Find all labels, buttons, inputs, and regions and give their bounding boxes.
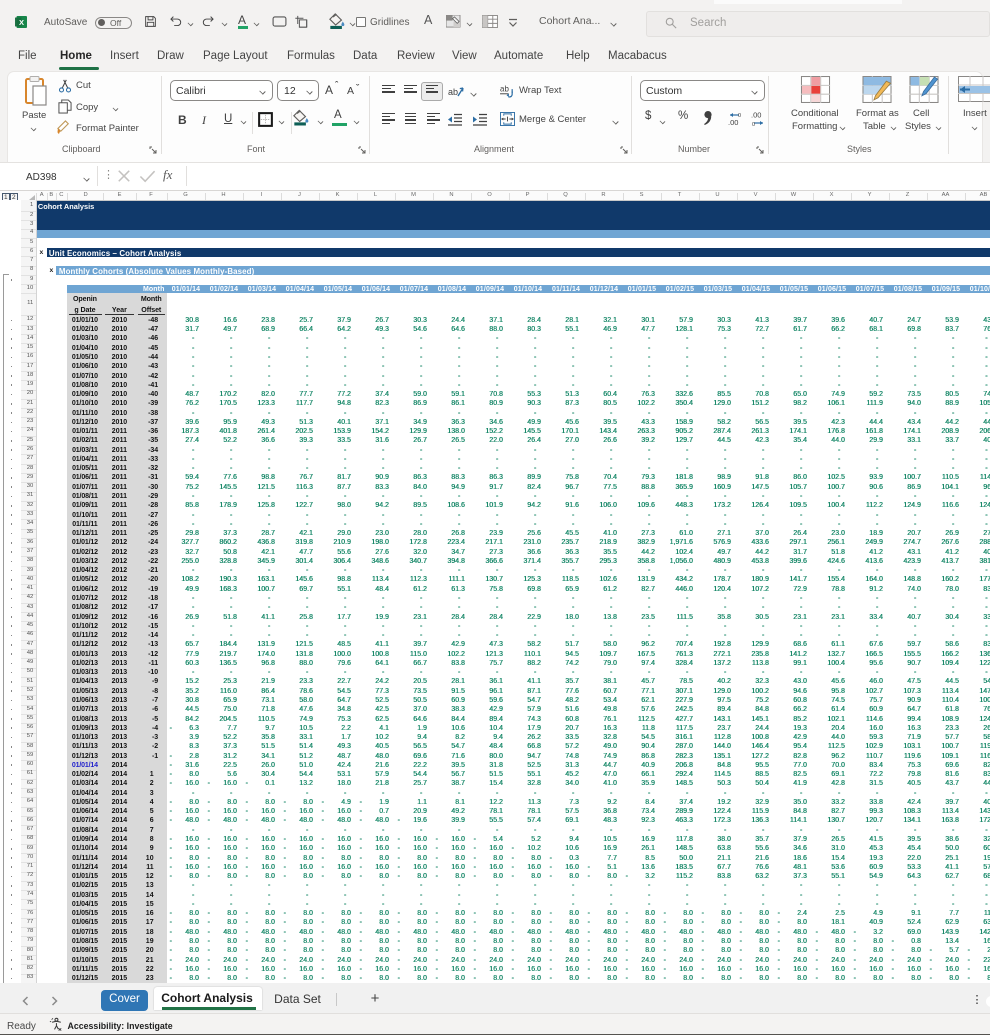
svg-text:X: X bbox=[19, 18, 24, 27]
svg-text:0: 0 bbox=[752, 122, 755, 127]
svg-text:ab: ab bbox=[500, 84, 509, 93]
svg-text:.00: .00 bbox=[728, 118, 738, 127]
svg-text:0: 0 bbox=[738, 113, 741, 119]
svg-text:.00: .00 bbox=[751, 111, 761, 120]
svg-text:ab: ab bbox=[448, 87, 458, 97]
